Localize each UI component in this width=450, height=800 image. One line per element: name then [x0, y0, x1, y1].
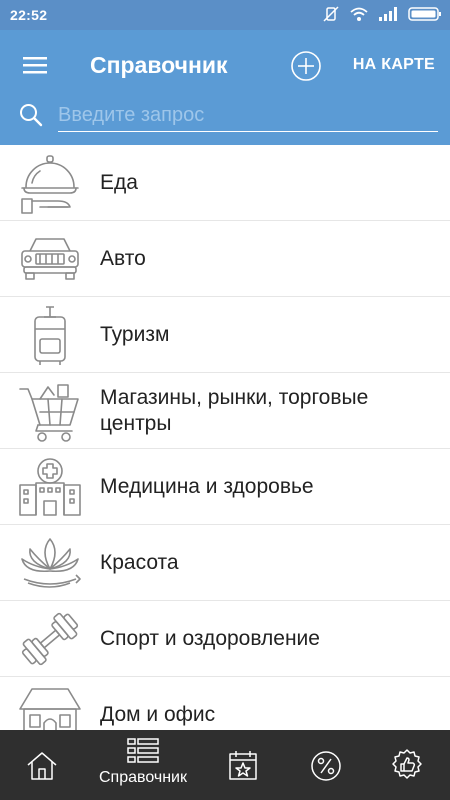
- category-label: Дом и офис: [100, 703, 216, 726]
- car-icon: [21, 238, 79, 280]
- page-title: Справочник: [90, 52, 228, 78]
- status-icons: [322, 5, 442, 23]
- category-item-medicine[interactable]: Медицина и здоровье: [0, 449, 450, 525]
- calendar-star-icon: [229, 751, 257, 780]
- house-icon: [19, 688, 81, 730]
- category-list: Еда Авто Туризм Магазины, рынки, торговы…: [0, 145, 450, 730]
- hospital-icon: [19, 458, 81, 516]
- category-label: Авто: [100, 247, 146, 270]
- hamburger-icon: [23, 57, 47, 74]
- category-item-sport[interactable]: Спорт и оздоровление: [0, 601, 450, 677]
- battery-icon: [408, 7, 441, 21]
- category-item-home[interactable]: Дом и офис: [0, 677, 450, 730]
- category-label: Красота: [100, 551, 179, 574]
- add-button[interactable]: [290, 50, 322, 82]
- category-item-auto[interactable]: Авто: [0, 221, 450, 297]
- status-bar: 22:52: [0, 0, 450, 30]
- food-cloche-icon: [21, 155, 79, 214]
- dumbbell-icon: [21, 612, 79, 666]
- suitcase-icon: [34, 306, 66, 365]
- category-label: Туризм: [100, 323, 170, 346]
- status-time: 22:52: [10, 7, 48, 23]
- category-label: Медицина и здоровье: [100, 475, 314, 498]
- category-item-beauty[interactable]: Красота: [0, 525, 450, 601]
- category-item-tourism[interactable]: Туризм: [0, 297, 450, 373]
- category-label: Магазины, рынки, торговые центры: [100, 386, 369, 435]
- thumbs-up-badge-icon: [392, 749, 422, 779]
- menu-button[interactable]: [20, 52, 50, 78]
- vibrate-off-icon: [323, 6, 339, 22]
- app-bar: Справочник НА КАРТЕ: [0, 30, 450, 145]
- lotus-icon: [21, 538, 81, 588]
- plus-circle-icon: [291, 51, 321, 81]
- tab-home[interactable]: [15, 730, 70, 800]
- bottom-navigation: Справочник: [0, 730, 450, 800]
- list-icon: [127, 738, 159, 763]
- category-label: Спорт и оздоровление: [100, 627, 320, 650]
- signal-icon: [379, 7, 397, 21]
- shopping-cart-icon: [19, 384, 79, 442]
- wifi-icon: [350, 7, 368, 21]
- percent-icon: [311, 751, 341, 781]
- tab-discounts[interactable]: [298, 730, 353, 800]
- category-item-food[interactable]: Еда: [0, 145, 450, 221]
- on-map-button[interactable]: НА КАРТЕ: [353, 56, 435, 74]
- category-label: Еда: [100, 171, 138, 194]
- tab-events[interactable]: [215, 730, 270, 800]
- home-icon: [27, 752, 57, 780]
- category-item-shops[interactable]: Магазины, рынки, торговые центры: [0, 373, 450, 449]
- tab-directory[interactable]: Справочник: [88, 730, 198, 800]
- search-input[interactable]: [58, 100, 438, 132]
- tab-directory-label: Справочник: [99, 769, 187, 786]
- search-icon: [20, 104, 43, 127]
- tab-recommend[interactable]: [380, 730, 435, 800]
